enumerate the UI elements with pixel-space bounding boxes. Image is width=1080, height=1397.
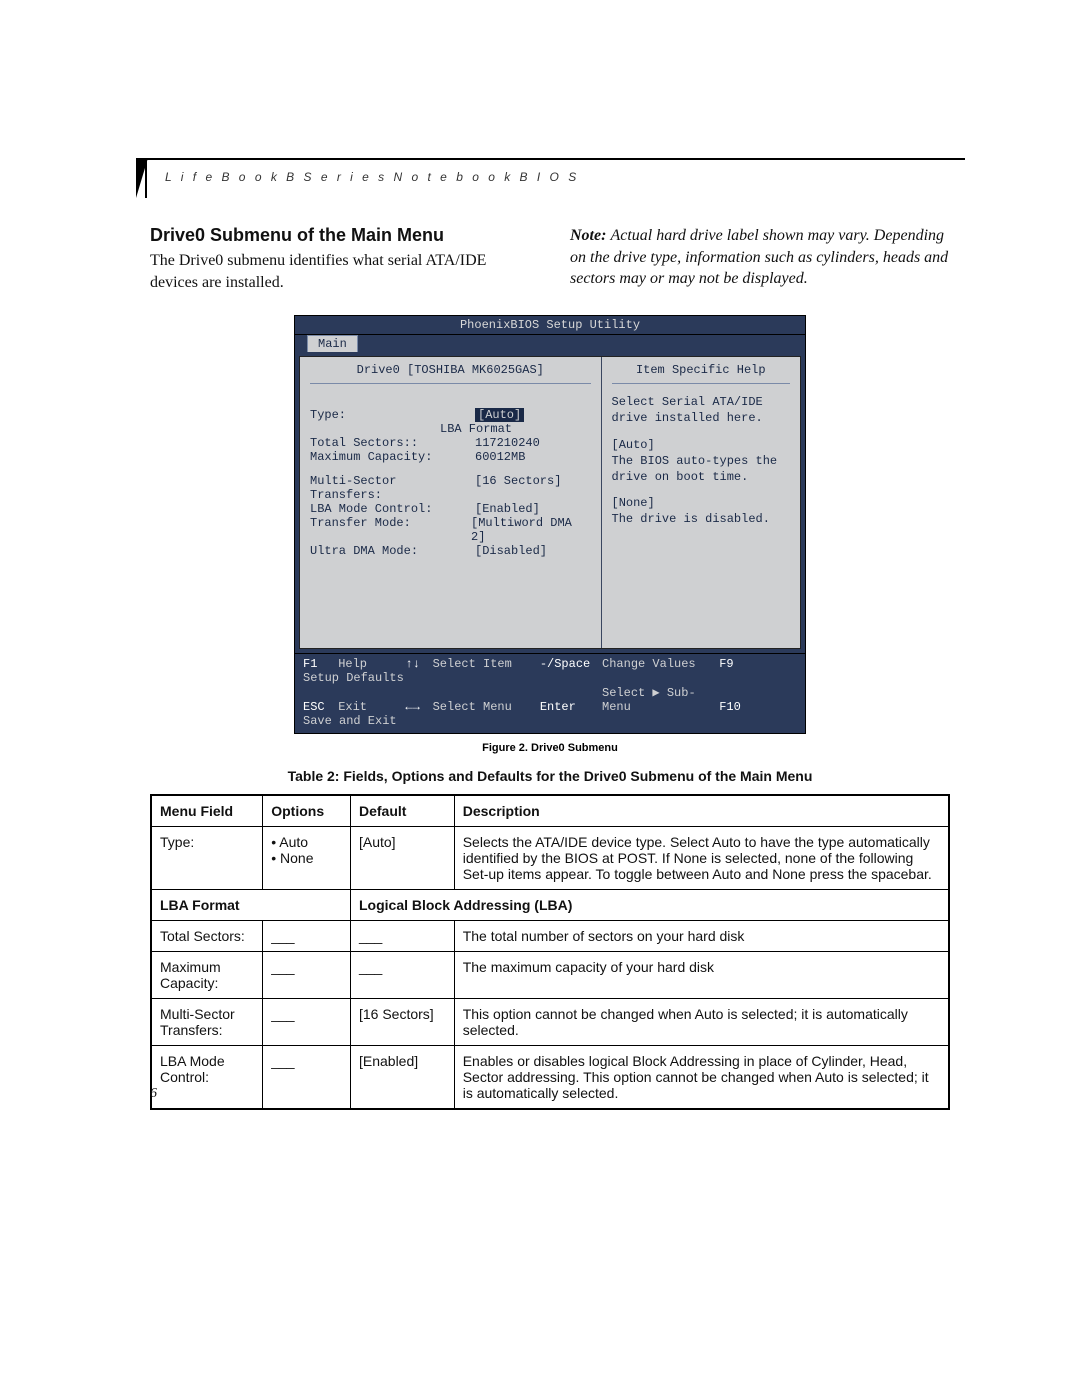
th-description: Description bbox=[454, 795, 949, 827]
cell-field: Maximum Capacity: bbox=[151, 952, 263, 999]
field-ultra-dma-label: Ultra DMA Mode: bbox=[310, 544, 475, 558]
field-lba-mode-label: LBA Mode Control: bbox=[310, 502, 475, 516]
field-type-value[interactable]: [Auto] bbox=[475, 408, 524, 422]
help-line: The BIOS auto-types the bbox=[612, 453, 791, 469]
cell-options: ___ bbox=[263, 952, 351, 999]
cell-options: ___ bbox=[263, 921, 351, 952]
key-f9[interactable]: F9 bbox=[719, 657, 749, 671]
cell-default: [16 Sectors] bbox=[350, 999, 454, 1046]
section-heading: Drive0 Submenu of the Main Menu bbox=[150, 225, 530, 246]
cell-field: Type: bbox=[151, 827, 263, 890]
table-row: LBA Mode Control: ___ [Enabled] Enables … bbox=[151, 1046, 949, 1110]
table-caption: Table 2: Fields, Options and Defaults fo… bbox=[150, 768, 950, 784]
cell-desc: Enables or disables logical Block Addres… bbox=[454, 1046, 949, 1110]
table-section-row: LBA Format Logical Block Addressing (LBA… bbox=[151, 890, 949, 921]
note-label: Note: bbox=[570, 227, 606, 244]
bios-footer: F1 Help ↑↓ Select Item -/Space Change Va… bbox=[295, 653, 805, 733]
help-auto-label: [Auto] bbox=[612, 437, 791, 453]
table-row: Multi-Sector Transfers: ___ [16 Sectors]… bbox=[151, 999, 949, 1046]
help-none-label: [None] bbox=[612, 495, 791, 511]
field-transfer-mode-label: Transfer Mode: bbox=[310, 516, 471, 544]
field-max-capacity-value: 60012MB bbox=[475, 450, 525, 464]
header-rule bbox=[145, 158, 965, 161]
cell-default: [Enabled] bbox=[350, 1046, 454, 1110]
footer-change-values: Change Values bbox=[602, 657, 702, 671]
footer-save-exit: Save and Exit bbox=[303, 714, 397, 728]
help-line: drive on boot time. bbox=[612, 469, 791, 485]
note: Note: Actual hard drive label shown may … bbox=[570, 225, 950, 290]
running-head: L i f e B o o k B S e r i e s N o t e b … bbox=[165, 170, 579, 184]
page-number: 6 bbox=[150, 1086, 157, 1102]
lba-format-label: LBA Format bbox=[440, 422, 591, 436]
spec-table: Menu Field Options Default Description T… bbox=[150, 794, 950, 1110]
key-minus-space[interactable]: -/Space bbox=[540, 657, 595, 671]
key-updown[interactable]: ↑↓ bbox=[405, 657, 425, 671]
field-total-sectors-label: Total Sectors:: bbox=[310, 436, 475, 450]
field-multi-sector-label: Multi-Sector Transfers: bbox=[310, 474, 475, 502]
cell-desc: The maximum capacity of your hard disk bbox=[454, 952, 949, 999]
cell-default: ___ bbox=[350, 952, 454, 999]
bios-title: PhoenixBIOS Setup Utility bbox=[295, 316, 805, 335]
option-item: None bbox=[271, 850, 342, 866]
help-line: drive installed here. bbox=[612, 410, 791, 426]
key-esc[interactable]: ESC bbox=[303, 700, 331, 714]
field-ultra-dma-value[interactable]: [Disabled] bbox=[475, 544, 547, 558]
section-left: LBA Format bbox=[151, 890, 350, 921]
th-options: Options bbox=[263, 795, 351, 827]
section-right: Logical Block Addressing (LBA) bbox=[350, 890, 949, 921]
cell-options: ___ bbox=[263, 999, 351, 1046]
field-total-sectors-value: 117210240 bbox=[475, 436, 540, 450]
cell-desc: Selects the ATA/IDE device type. Select … bbox=[454, 827, 949, 890]
tab-main[interactable]: Main bbox=[307, 335, 358, 352]
field-type-label: Type: bbox=[310, 408, 475, 422]
cell-options: Auto None bbox=[263, 827, 351, 890]
cell-desc: The total number of sectors on your hard… bbox=[454, 921, 949, 952]
key-leftright[interactable]: ←→ bbox=[405, 700, 425, 714]
bios-left-title: Drive0 [TOSHIBA MK6025GAS] bbox=[310, 363, 591, 384]
table-row: Maximum Capacity: ___ ___ The maximum ca… bbox=[151, 952, 949, 999]
cell-options: ___ bbox=[263, 1046, 351, 1110]
table-row: Total Sectors: ___ ___ The total number … bbox=[151, 921, 949, 952]
field-lba-mode-value[interactable]: [Enabled] bbox=[475, 502, 540, 516]
figure-caption: Figure 2. Drive0 Submenu bbox=[150, 742, 950, 754]
cell-field: Total Sectors: bbox=[151, 921, 263, 952]
key-enter[interactable]: Enter bbox=[540, 700, 595, 714]
footer-select-menu: Select Menu bbox=[433, 700, 523, 714]
bios-help-title: Item Specific Help bbox=[612, 363, 791, 384]
field-multi-sector-value[interactable]: [16 Sectors] bbox=[475, 474, 561, 502]
footer-select-item: Select Item bbox=[433, 657, 523, 671]
help-line: Select Serial ATA/IDE bbox=[612, 394, 791, 410]
footer-select-sub: Select ▶ Sub-Menu bbox=[602, 685, 702, 714]
cell-field: LBA Mode Control: bbox=[151, 1046, 263, 1110]
cell-default: [Auto] bbox=[350, 827, 454, 890]
cell-desc: This option cannot be changed when Auto … bbox=[454, 999, 949, 1046]
header-wedge-icon bbox=[136, 158, 148, 198]
key-f1[interactable]: F1 bbox=[303, 657, 331, 671]
footer-help: Help bbox=[338, 657, 388, 671]
table-row: Type: Auto None [Auto] Selects the ATA/I… bbox=[151, 827, 949, 890]
note-body: Actual hard drive label shown may vary. … bbox=[570, 227, 948, 287]
cell-field: Multi-Sector Transfers: bbox=[151, 999, 263, 1046]
field-transfer-mode-value[interactable]: [Multiword DMA 2] bbox=[471, 516, 590, 544]
footer-setup-defaults: Setup Defaults bbox=[303, 671, 404, 685]
key-f10[interactable]: F10 bbox=[719, 700, 749, 714]
bios-window: PhoenixBIOS Setup Utility Main Drive0 [T… bbox=[294, 315, 806, 734]
option-item: Auto bbox=[271, 834, 342, 850]
help-line: The drive is disabled. bbox=[612, 511, 791, 527]
th-menu-field: Menu Field bbox=[151, 795, 263, 827]
field-max-capacity-label: Maximum Capacity: bbox=[310, 450, 475, 464]
section-body: The Drive0 submenu identifies what seria… bbox=[150, 250, 530, 293]
footer-exit: Exit bbox=[338, 700, 388, 714]
cell-default: ___ bbox=[350, 921, 454, 952]
th-default: Default bbox=[350, 795, 454, 827]
